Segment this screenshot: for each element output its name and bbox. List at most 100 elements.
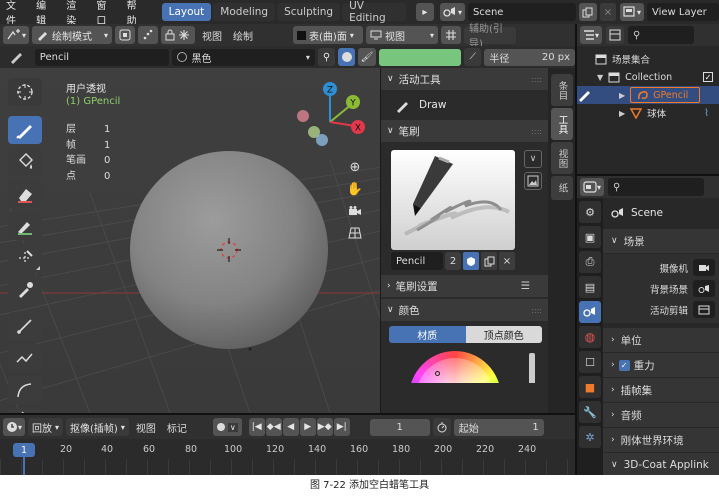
next-keyframe-button[interactable]: ▶◆ [316,418,333,436]
menu-file[interactable]: 文件 [0,0,30,27]
tab-render[interactable]: ▣ [579,226,601,248]
checkbox-icon[interactable]: ✓ [703,72,713,82]
workspace-tab-sculpting[interactable]: Sculpting [277,3,341,21]
pressure-toggle[interactable]: ⟋ [464,48,482,66]
auto-keying-toggle[interactable]: ∨ [212,418,242,436]
sphere-object[interactable] [130,151,328,349]
multiframe-button[interactable] [115,26,136,44]
guides-dropdown[interactable]: 辅助(引导) [464,24,517,50]
section-3dcoat-applink[interactable]: ∨ 3D-Coat Applink [603,453,719,475]
background-scene-field[interactable] [693,280,715,297]
workspace-tab-modeling[interactable]: Modeling [213,3,276,21]
color-picker-handle[interactable] [435,371,440,376]
display-mode-button[interactable] [606,26,625,44]
brush-image-button[interactable] [524,172,542,190]
menu-render[interactable]: 渲染 [60,0,90,27]
camera-field[interactable] [693,259,715,276]
jump-start-button[interactable]: |◀ [248,418,265,436]
stroke-placement-dropdown[interactable]: 表(曲)面 ▾ [293,26,364,44]
tool-polyline[interactable] [8,344,42,372]
view-layer-type-button[interactable]: ▾ [619,3,644,21]
tool-erase[interactable] [8,180,42,208]
color-swatch[interactable] [378,48,462,66]
tool-cutter[interactable] [8,244,42,272]
curve-edit-button[interactable] [138,26,159,44]
orientation-dropdown[interactable]: 视图 ▾ [366,26,439,44]
current-frame-field[interactable]: 1 [369,418,430,436]
material-mode-button[interactable] [338,48,356,66]
tab-effects[interactable]: ✲ [579,426,601,448]
timeline-menu-marker[interactable]: 标记 [163,420,191,435]
tab-paper[interactable]: 纸 [550,176,573,200]
timeline-editor-type-button[interactable]: ▾ [3,418,26,436]
tab-object[interactable]: ■ [579,376,601,398]
section-rigid-body-world[interactable]: › 刚体世界环境 [603,428,719,452]
tool-draw[interactable] [8,116,42,144]
unlink-brush-button[interactable]: × [499,252,515,270]
3d-viewport[interactable]: 用户透视 (1) GPencil 层1 帧1 笔画 0 点0 Z Y X ⊕ ✋ [0,68,380,413]
section-keying-sets[interactable]: › 插帧集 [603,378,719,402]
brush-list-toggle[interactable]: ∨ [524,150,542,168]
scene-section-header[interactable]: ∨ 场景 [603,229,719,253]
jump-end-button[interactable]: ▶| [333,418,350,436]
tab-view-layer[interactable]: ▤ [579,276,601,298]
active-tool-panel-header[interactable]: ∨ 活动工具 :::: [381,68,548,90]
menu-draw[interactable]: 绘制 [229,28,257,43]
brush-panel-header[interactable]: ∨ 笔刷 :::: [381,120,548,142]
remove-scene-button[interactable]: × [599,3,616,21]
tab-scene[interactable] [579,301,601,323]
tool-fill[interactable] [8,148,42,176]
drag-handle-icon[interactable]: :::: [531,306,542,315]
tool-tint[interactable] [8,212,42,240]
tool-eyedropper[interactable] [8,276,42,304]
tree-row-sphere[interactable]: ▶ 球体 ⌇ [577,104,719,122]
playhead-frame[interactable]: 1 [13,443,35,457]
menu-help[interactable]: 帮助 [121,0,151,27]
tab-item[interactable]: 条目 [550,74,573,106]
fake-user-button[interactable] [463,252,479,270]
drag-handle-icon[interactable]: :::: [531,75,542,84]
tab-view[interactable]: 视图 [550,142,573,174]
active-clip-field[interactable] [693,301,715,318]
tab-material[interactable]: 材质 [389,326,466,343]
overlay-toggles[interactable] [161,26,196,44]
workspace-tab-layout[interactable]: Layout [161,3,212,21]
tab-world[interactable]: ◍ [579,326,601,348]
properties-editor-type-button[interactable]: ▾ [580,178,605,196]
tab-tool-settings[interactable]: ⚙ [579,201,601,223]
tool-arc[interactable] [8,376,42,404]
properties-search-field[interactable]: ⚲ [608,178,705,196]
tool-cursor[interactable] [8,78,42,106]
outliner-search-field[interactable]: ⚲ [628,26,695,44]
workspace-more-button[interactable]: ▸ [415,3,434,21]
duplicate-brush-button[interactable] [481,252,497,270]
color-panel-header[interactable]: ∨ 颜色 :::: [381,299,548,321]
menu-view[interactable]: 视图 [198,28,226,43]
playback-menu[interactable]: 回放 ▾ [28,418,64,436]
menu-window[interactable]: 窗口 [90,0,120,27]
tab-modifiers[interactable]: 🔧 [579,401,601,423]
workspace-tab-uv-editing[interactable]: UV Editing [342,0,406,24]
list-icon[interactable]: ☰ [521,280,530,292]
navigation-gizmo[interactable]: Z Y X [292,76,376,160]
brush-users-count[interactable]: 2 [445,252,461,270]
preview-range-toggle[interactable] [432,418,451,436]
scene-name-field[interactable]: Scene [467,3,576,21]
play-button[interactable]: ▶ [299,418,316,436]
section-units[interactable]: › 单位 [603,328,719,352]
tree-row-gpencil[interactable]: ▶ GPencil [577,86,719,104]
wrench-icon[interactable]: ⌇ [704,108,709,119]
pin-button[interactable]: ⚲ [317,48,336,66]
tab-vertex-color[interactable]: 顶点颜色 [465,326,542,343]
tab-tool[interactable]: 工具 [550,108,573,140]
prev-keyframe-button[interactable]: ◆◀ [265,418,282,436]
brush-name-field[interactable]: Pencil [34,48,170,66]
brush-settings-panel-header[interactable]: › 笔刷设置 ☰ [381,275,548,297]
vertex-color-button[interactable]: 🖌 [358,48,376,66]
play-reverse-button[interactable]: ◀ [282,418,299,436]
grid-perspective-icon[interactable] [344,222,366,244]
guides-toggle[interactable] [441,26,462,44]
tree-row-scene-collection[interactable]: 场景集合 [577,50,719,68]
timeline-menu-view[interactable]: 视图 [132,420,160,435]
outliner-editor-type-button[interactable]: ▾ [580,26,603,44]
